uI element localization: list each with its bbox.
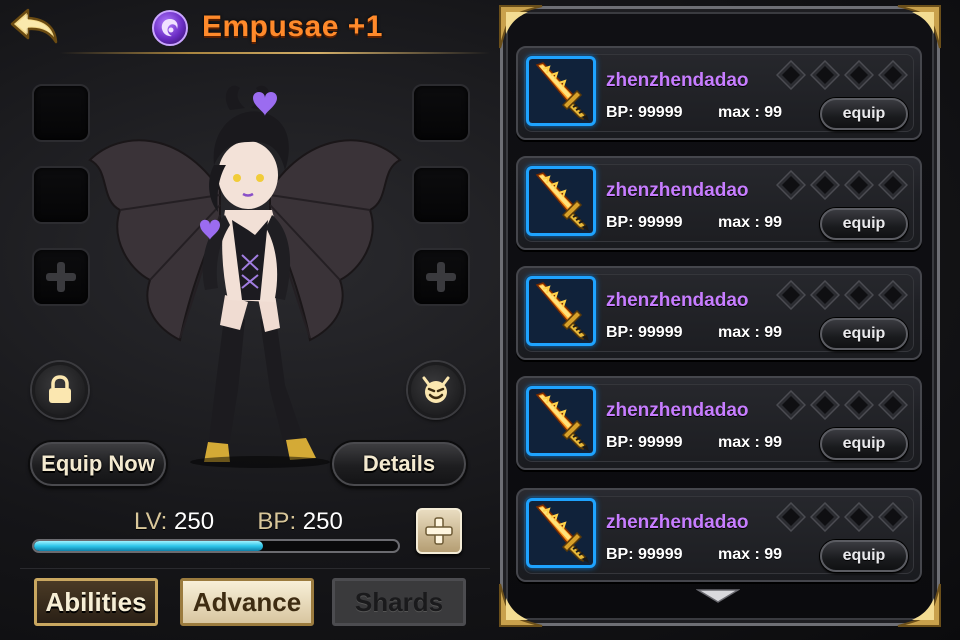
item-name: zhenzhendadao: [606, 400, 749, 421]
item-name: zhenzhendadao: [606, 290, 749, 311]
rune-slot-right-1[interactable]: [412, 84, 470, 142]
empty-rank-diamond-icon: [843, 389, 875, 421]
list-item[interactable]: zhenzhendadao BP: 99999 max : 99 equip: [516, 46, 922, 140]
empty-rank-diamond-icon: [809, 389, 841, 421]
item-bp: BP: 99999: [606, 434, 683, 451]
plus-icon: [46, 262, 76, 292]
empty-rank-diamond-icon: [809, 169, 841, 201]
empty-rank-diamond-icon: [809, 59, 841, 91]
tab-shards[interactable]: Shards: [332, 578, 466, 626]
item-bp: BP: 99999: [606, 324, 683, 341]
item-bp: BP: 99999: [606, 104, 683, 121]
item-max: max : 99: [718, 104, 783, 121]
dark-element-icon: [152, 10, 188, 46]
empty-rank-diamond-icon: [775, 389, 807, 421]
rank-slots: [775, 59, 909, 92]
empty-rank-diamond-icon: [775, 59, 807, 91]
empty-rank-diamond-icon: [775, 279, 807, 311]
item-name: zhenzhendadao: [606, 70, 749, 91]
list-item[interactable]: zhenzhendadao BP: 99999 max : 99 equip: [516, 266, 922, 360]
equip-button[interactable]: equip: [820, 318, 908, 350]
devil-button[interactable]: [408, 362, 464, 418]
item-max: max : 99: [718, 324, 783, 341]
back-button[interactable]: [10, 6, 60, 48]
empty-rank-diamond-icon: [843, 59, 875, 91]
item-bp: BP: 99999: [606, 546, 683, 563]
flame-sword-icon[interactable]: [526, 276, 596, 346]
equip-button[interactable]: equip: [820, 428, 908, 460]
back-arrow-icon: [10, 8, 58, 44]
level-label: LV:: [134, 508, 168, 535]
tab-advance[interactable]: Advance: [180, 578, 314, 626]
flame-sword-icon[interactable]: [526, 386, 596, 456]
rank-slots: [775, 169, 909, 202]
monster-name: Empusae +1: [202, 10, 383, 43]
item-max: max : 99: [718, 434, 783, 451]
rank-slots: [775, 389, 909, 422]
equip-button[interactable]: equip: [820, 540, 908, 572]
item-bp: BP: 99999: [606, 214, 683, 231]
bp-value: 250: [302, 508, 343, 535]
flame-sword-icon[interactable]: [526, 498, 596, 568]
empty-rank-diamond-icon: [877, 389, 909, 421]
lock-button[interactable]: [32, 362, 88, 418]
empty-rank-diamond-icon: [877, 501, 909, 533]
item-name: zhenzhendadao: [606, 512, 749, 533]
empty-rank-diamond-icon: [877, 59, 909, 91]
stats-line: LV: 250 BP: 250: [134, 508, 343, 536]
item-max: max : 99: [718, 214, 783, 231]
item-name: zhenzhendadao: [606, 180, 749, 201]
list-item[interactable]: zhenzhendadao BP: 99999 max : 99 equip: [516, 376, 922, 470]
flame-sword-icon[interactable]: [526, 56, 596, 126]
devil-face-icon: [422, 376, 450, 403]
equip-now-button[interactable]: Equip Now: [30, 442, 166, 486]
details-button[interactable]: Details: [332, 442, 466, 486]
empty-rank-diamond-icon: [775, 501, 807, 533]
empty-rank-diamond-icon: [843, 169, 875, 201]
exp-progress-bar: [32, 539, 400, 553]
list-item[interactable]: zhenzhendadao BP: 99999 max : 99 equip: [516, 156, 922, 250]
empty-rank-diamond-icon: [843, 501, 875, 533]
tab-abilities[interactable]: Abilities: [34, 578, 158, 626]
monster-portrait: [88, 85, 402, 468]
ornament-corner-icon: [498, 4, 544, 50]
tabs-divider: [20, 568, 490, 569]
ornament-corner-icon: [498, 582, 544, 628]
rune-slot-right-2[interactable]: [412, 166, 470, 224]
exp-progress-fill: [34, 541, 264, 551]
rune-slot-right-3[interactable]: [412, 248, 470, 306]
equip-button[interactable]: equip: [820, 98, 908, 130]
item-max: max : 99: [718, 546, 783, 563]
scroll-down-button[interactable]: [695, 588, 741, 604]
bp-label: BP:: [257, 508, 297, 535]
title-divider: [60, 52, 490, 54]
empty-rank-diamond-icon: [877, 279, 909, 311]
empty-rank-diamond-icon: [843, 279, 875, 311]
empty-rank-diamond-icon: [809, 501, 841, 533]
equip-button[interactable]: equip: [820, 208, 908, 240]
empty-rank-diamond-icon: [877, 169, 909, 201]
level-value: 250: [174, 508, 215, 535]
empty-rank-diamond-icon: [809, 279, 841, 311]
flame-sword-icon[interactable]: [526, 166, 596, 236]
empty-rank-diamond-icon: [775, 169, 807, 201]
lock-icon: [49, 375, 71, 403]
ornament-corner-icon: [896, 4, 942, 50]
rank-slots: [775, 501, 909, 534]
ornament-corner-icon: [896, 582, 942, 628]
plus-icon: [426, 262, 456, 292]
rank-slots: [775, 279, 909, 312]
add-stat-button[interactable]: [416, 508, 462, 554]
chevron-down-icon: [695, 589, 741, 603]
plus-icon: [425, 517, 453, 545]
list-item[interactable]: zhenzhendadao BP: 99999 max : 99 equip: [516, 488, 922, 582]
